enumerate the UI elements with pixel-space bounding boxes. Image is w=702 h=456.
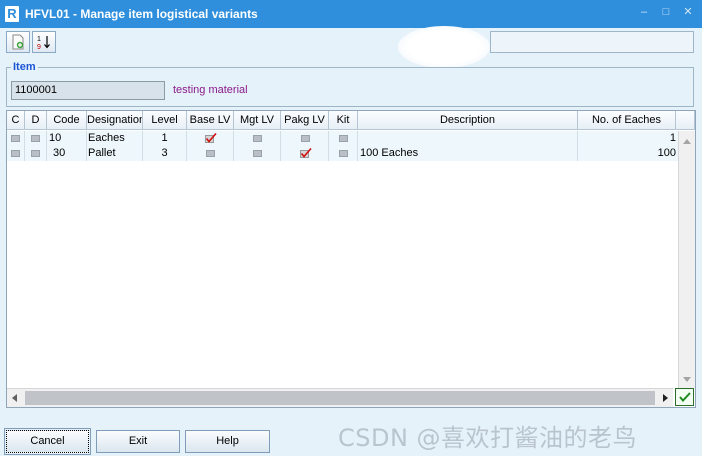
scroll-right-icon[interactable] — [663, 394, 668, 402]
row-description: 100 Eaches — [358, 146, 578, 161]
horizontal-scroll-thumb[interactable] — [25, 391, 655, 405]
window-title: HFVL01 - Manage item logistical variants — [25, 7, 258, 21]
column-header-code[interactable]: Code — [47, 111, 87, 130]
checkmark-icon — [678, 392, 691, 402]
close-icon[interactable]: ✕ — [682, 6, 694, 18]
row-d-checkbox[interactable] — [31, 135, 40, 142]
kit-checkbox[interactable] — [339, 150, 348, 157]
grid-header: C D Code Designation Level Base LV Mgt L… — [7, 111, 695, 130]
cancel-button[interactable]: Cancel — [4, 428, 91, 455]
title-bar: R HFVL01 - Manage item logistical varian… — [0, 0, 702, 28]
row-designation: Pallet — [87, 146, 143, 161]
column-header-pakg-lv[interactable]: Pakg LV — [281, 111, 329, 130]
sort-numeric-icon: 1 9 — [37, 36, 50, 50]
row-code: 30 — [47, 146, 87, 161]
row-description — [358, 131, 578, 146]
column-header-filler — [676, 111, 695, 130]
base-lv-checked-icon[interactable] — [205, 133, 217, 143]
scroll-up-icon[interactable] — [683, 139, 691, 144]
app-logo-icon: R — [5, 6, 19, 22]
kit-checkbox[interactable] — [339, 135, 348, 142]
confirm-button[interactable] — [675, 388, 694, 406]
row-code: 10 — [47, 131, 87, 146]
row-c-checkbox[interactable] — [11, 150, 20, 157]
row-designation: Eaches — [87, 131, 143, 146]
sort-glyph-bottom: 9 — [37, 44, 41, 50]
new-document-button[interactable] — [6, 31, 30, 53]
maximize-icon[interactable]: □ — [660, 6, 672, 18]
new-document-icon — [12, 34, 24, 50]
mgt-lv-checkbox[interactable] — [253, 150, 262, 157]
table-row[interactable]: 10 Eaches 1 1 — [7, 131, 695, 146]
item-description: testing material — [173, 84, 248, 96]
sort-numeric-button[interactable]: 1 9 — [32, 31, 56, 53]
horizontal-scrollbar[interactable] — [7, 388, 673, 407]
column-header-kit[interactable]: Kit — [329, 111, 358, 130]
vertical-scrollbar[interactable] — [678, 131, 695, 388]
blurred-region — [398, 26, 490, 68]
column-header-description[interactable]: Description — [358, 111, 578, 130]
row-no-of-eaches: 100 — [657, 147, 676, 159]
column-header-base-lv[interactable]: Base LV — [187, 111, 234, 130]
column-header-d[interactable]: D — [25, 111, 47, 130]
column-header-mgt-lv[interactable]: Mgt LV — [234, 111, 281, 130]
row-level: 3 — [143, 146, 187, 161]
scroll-left-icon[interactable] — [12, 394, 17, 402]
variants-grid[interactable]: C D Code Designation Level Base LV Mgt L… — [6, 110, 696, 408]
base-lv-checkbox[interactable] — [206, 150, 215, 157]
item-legend: Item — [11, 61, 38, 73]
pakg-lv-checked-icon[interactable] — [300, 148, 312, 158]
column-header-c[interactable]: C — [7, 111, 25, 130]
column-header-level[interactable]: Level — [143, 111, 187, 130]
help-button[interactable]: Help — [185, 430, 270, 453]
column-header-no-of-eaches[interactable]: No. of Eaches — [578, 111, 676, 130]
sort-glyph-top: 1 — [37, 36, 41, 43]
toolbar: 1 9 — [6, 31, 56, 53]
exit-button[interactable]: Exit — [96, 430, 180, 453]
pakg-lv-checkbox[interactable] — [301, 135, 310, 142]
scroll-down-icon[interactable] — [683, 377, 691, 382]
column-header-designation[interactable]: Designation — [87, 111, 143, 130]
item-groupbox: Item 1100001 testing material — [6, 61, 694, 107]
item-code-field[interactable]: 1100001 — [11, 81, 165, 100]
row-c-checkbox[interactable] — [11, 135, 20, 142]
minimize-icon[interactable]: – — [638, 6, 650, 18]
mgt-lv-checkbox[interactable] — [253, 135, 262, 142]
watermark: CSDN @喜欢打酱油的老鸟 — [338, 424, 638, 452]
toolbar-field[interactable] — [490, 31, 694, 53]
row-no-of-eaches: 1 — [669, 132, 676, 144]
row-level: 1 — [143, 131, 187, 146]
table-row[interactable]: 30 Pallet 3 100 Eaches 100 — [7, 146, 695, 161]
row-d-checkbox[interactable] — [31, 150, 40, 157]
